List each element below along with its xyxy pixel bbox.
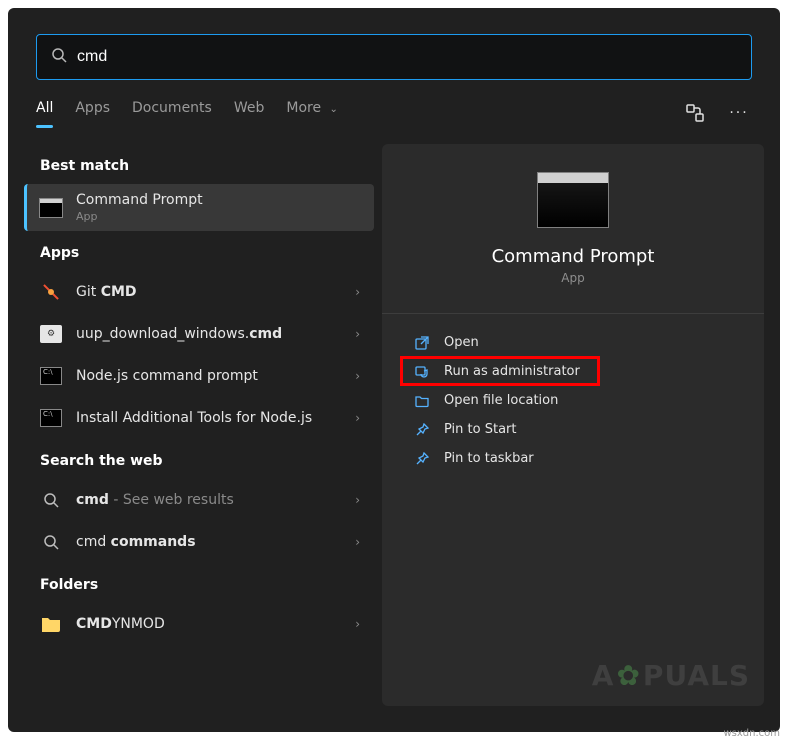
best-match-header: Best match bbox=[24, 144, 374, 184]
folder-result-item[interactable]: CMDYNMOD › bbox=[24, 603, 374, 645]
action-label: Open file location bbox=[444, 393, 558, 408]
web-result-item[interactable]: cmd - See web results › bbox=[24, 479, 374, 521]
best-match-item[interactable]: Command Prompt App bbox=[24, 184, 374, 231]
action-open[interactable]: Open bbox=[400, 328, 746, 357]
detail-subtitle: App bbox=[400, 271, 746, 285]
app-result-item[interactable]: C:\ Install Additional Tools for Node.js… bbox=[24, 397, 374, 439]
best-match-title: Command Prompt bbox=[76, 192, 360, 210]
tab-all[interactable]: All bbox=[36, 100, 53, 126]
filter-tabs-row: All Apps Documents Web More ⌄ ··· bbox=[8, 80, 780, 138]
app-result-item[interactable]: ⚙ uup_download_windows.cmd › bbox=[24, 313, 374, 355]
detail-panel: Command Prompt App Open Run as administr… bbox=[382, 144, 764, 706]
search-icon bbox=[38, 529, 64, 555]
cmd-app-icon bbox=[38, 195, 64, 221]
more-options-icon[interactable]: ··· bbox=[726, 100, 752, 126]
tab-documents[interactable]: Documents bbox=[132, 100, 212, 126]
detail-app-icon bbox=[537, 172, 609, 228]
node-cmd-icon: C:\ bbox=[38, 405, 64, 431]
action-open-file-location[interactable]: Open file location bbox=[400, 386, 746, 415]
chevron-right-icon: › bbox=[355, 327, 360, 341]
search-bar[interactable] bbox=[36, 34, 752, 80]
tab-web[interactable]: Web bbox=[234, 100, 265, 126]
chevron-right-icon: › bbox=[355, 493, 360, 507]
chevron-right-icon: › bbox=[355, 285, 360, 299]
search-window: All Apps Documents Web More ⌄ ··· Best m… bbox=[8, 8, 780, 732]
connect-icon[interactable] bbox=[682, 100, 708, 126]
detail-title: Command Prompt bbox=[400, 246, 746, 267]
search-icon bbox=[38, 487, 64, 513]
pin-icon bbox=[414, 423, 430, 437]
node-cmd-icon: C:\ bbox=[38, 363, 64, 389]
source-credit: wsxdn.com bbox=[723, 728, 780, 739]
git-icon bbox=[38, 279, 64, 305]
annotation-highlight bbox=[400, 356, 600, 386]
chevron-right-icon: › bbox=[355, 535, 360, 549]
folder-icon bbox=[38, 611, 64, 637]
chevron-right-icon: › bbox=[355, 369, 360, 383]
chevron-right-icon: › bbox=[355, 617, 360, 631]
folders-header: Folders bbox=[24, 563, 374, 603]
search-web-header: Search the web bbox=[24, 439, 374, 479]
filter-tabs: All Apps Documents Web More ⌄ bbox=[36, 100, 338, 126]
web-result-item[interactable]: cmd commands › bbox=[24, 521, 374, 563]
action-label: Pin to taskbar bbox=[444, 451, 534, 466]
search-icon bbox=[51, 47, 67, 67]
chevron-down-icon: ⌄ bbox=[330, 104, 338, 115]
action-pin-start[interactable]: Pin to Start bbox=[400, 415, 746, 444]
batch-file-icon: ⚙ bbox=[38, 321, 64, 347]
app-result-item[interactable]: C:\ Node.js command prompt › bbox=[24, 355, 374, 397]
watermark: A ✿ PUALS bbox=[592, 659, 750, 692]
gear-icon: ✿ bbox=[616, 659, 640, 692]
pin-icon bbox=[414, 452, 430, 466]
action-label: Open bbox=[444, 335, 479, 350]
results-panel: Best match Command Prompt App Apps Git C… bbox=[24, 144, 374, 706]
chevron-right-icon: › bbox=[355, 411, 360, 425]
tab-apps[interactable]: Apps bbox=[75, 100, 110, 126]
folder-icon bbox=[414, 394, 430, 408]
action-label: Pin to Start bbox=[444, 422, 516, 437]
actions-list: Open Run as administrator Open file loca… bbox=[400, 328, 746, 473]
tab-more[interactable]: More ⌄ bbox=[286, 100, 338, 126]
search-input[interactable] bbox=[77, 48, 737, 66]
app-result-item[interactable]: Git CMD › bbox=[24, 271, 374, 313]
best-match-subtitle: App bbox=[76, 210, 360, 224]
open-external-icon bbox=[414, 336, 430, 350]
apps-header: Apps bbox=[24, 231, 374, 271]
action-pin-taskbar[interactable]: Pin to taskbar bbox=[400, 444, 746, 473]
